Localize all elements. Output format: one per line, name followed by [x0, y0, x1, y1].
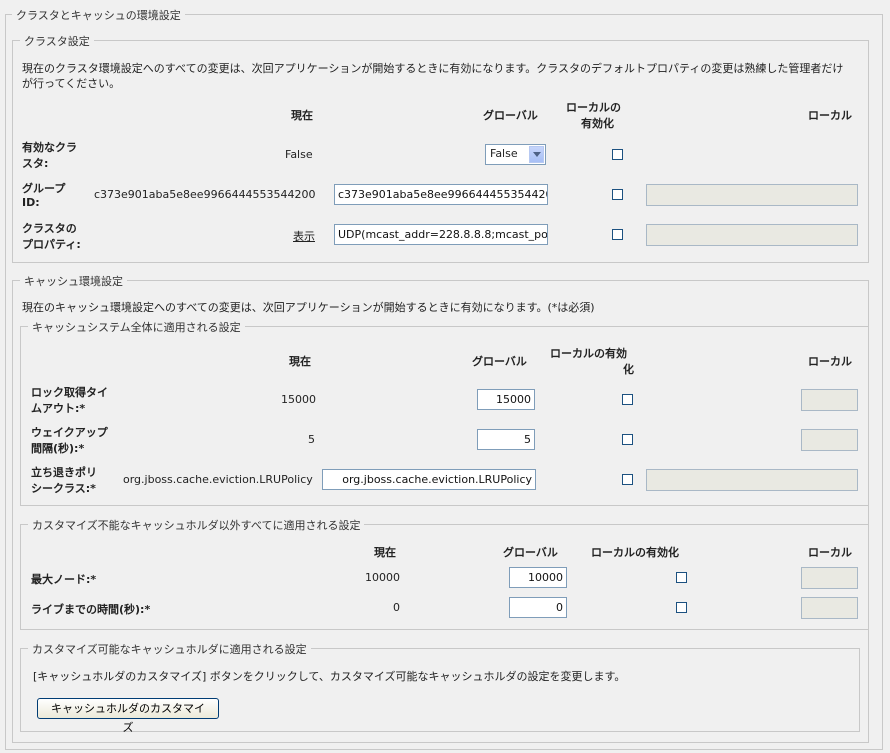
- wakeup-interval-local-checkbox[interactable]: [622, 434, 633, 445]
- system-header-local-enable-2: 化: [623, 363, 634, 376]
- time-to-live-local-checkbox[interactable]: [676, 602, 687, 613]
- noncustom-title: カスタマイズ不能なキャッシュホルダ以外すべてに適用される設定: [28, 517, 365, 533]
- max-nodes-local-checkbox[interactable]: [676, 572, 687, 583]
- group-id-input[interactable]: c373e901aba5e8ee9966444553544200: [334, 184, 548, 205]
- wakeup-interval-local-input: [801, 429, 858, 451]
- max-nodes-local-input: [801, 567, 858, 589]
- enabled-cluster-select-value: False: [490, 147, 518, 160]
- cluster-properties-view-link[interactable]: 表示: [293, 228, 315, 244]
- system-header-local-enable: ローカルの有効: [550, 347, 627, 360]
- eviction-policy-local-checkbox[interactable]: [622, 474, 633, 485]
- cluster-fieldset-title: クラスタ設定: [20, 33, 94, 49]
- cluster-header-global: グローバル: [483, 109, 538, 122]
- group-id-current: c373e901aba5e8ee9966444553544200: [94, 188, 316, 201]
- cluster-header-local-enable-2: 有効化: [581, 117, 614, 130]
- cluster-properties-label: クラスタの: [22, 222, 77, 235]
- time-to-live-label: ライブまでの時間(秒):*: [31, 603, 151, 616]
- custom-fieldset: [20, 648, 860, 732]
- eviction-policy-current: org.jboss.cache.eviction.LRUPolicy: [123, 473, 313, 486]
- customize-cache-holder-button[interactable]: キャッシュホルダのカスタマイズ: [37, 698, 219, 734]
- system-header-global: グローバル: [472, 355, 527, 368]
- cache-fieldset-title: キャッシュ環境設定: [20, 273, 127, 289]
- time-to-live-current: 0: [393, 601, 400, 614]
- wakeup-interval-current: 5: [308, 433, 315, 446]
- cluster-properties-local-checkbox[interactable]: [612, 229, 623, 240]
- system-header-current: 現在: [289, 355, 311, 368]
- lock-timeout-label: ロック取得タイ: [31, 386, 108, 399]
- group-id-label-2: ID:: [22, 196, 40, 209]
- cache-system-title: キャッシュシステム全体に適用される設定: [28, 319, 245, 335]
- cluster-description-line2: が行ってください。: [22, 77, 121, 90]
- group-id-local-checkbox[interactable]: [612, 189, 623, 200]
- max-nodes-label: 最大ノード:*: [31, 573, 97, 586]
- cache-description: 現在のキャッシュ環境設定へのすべての変更は、次回アプリケーションが開始するときに…: [22, 301, 595, 314]
- wakeup-interval-input[interactable]: 5: [477, 429, 535, 450]
- noncustom-header-local-enable: ローカルの有効化: [591, 546, 679, 559]
- wakeup-interval-label: ウェイクアップ: [31, 426, 108, 439]
- wakeup-interval-label-2: 間隔(秒):*: [31, 442, 85, 455]
- enabled-cluster-label: 有効なクラ: [22, 141, 77, 154]
- group-id-local-input: [646, 184, 858, 206]
- custom-description: [キャッシュホルダのカスタマイズ] ボタンをクリックして、カスタマイズ可能なキャ…: [33, 670, 626, 683]
- enabled-cluster-local-checkbox[interactable]: [612, 149, 623, 160]
- lock-timeout-current: 15000: [281, 393, 316, 406]
- time-to-live-input[interactable]: 0: [509, 597, 567, 618]
- chevron-down-icon[interactable]: [529, 146, 544, 163]
- eviction-policy-input[interactable]: org.jboss.cache.eviction.LRUPolicy: [322, 469, 536, 490]
- system-header-local: ローカル: [808, 355, 852, 368]
- eviction-policy-label-2: シークラス:*: [31, 482, 96, 495]
- cluster-properties-label-2: プロパティ:: [22, 238, 81, 251]
- noncustom-header-local: ローカル: [808, 546, 852, 559]
- cluster-description-line1: 現在のクラスタ環境設定へのすべての変更は、次回アプリケーションが開始するときに有…: [22, 62, 844, 75]
- lock-timeout-input[interactable]: 15000: [477, 389, 535, 410]
- enabled-cluster-label-2: スタ:: [22, 157, 49, 170]
- max-nodes-input[interactable]: 10000: [509, 567, 567, 588]
- lock-timeout-local-input: [801, 389, 858, 411]
- lock-timeout-label-2: ムアウト:*: [31, 402, 86, 415]
- eviction-policy-label: 立ち退きポリ: [31, 466, 97, 479]
- custom-title: カスタマイズ可能なキャッシュホルダに適用される設定: [28, 641, 311, 657]
- enabled-cluster-current: False: [285, 148, 313, 161]
- eviction-policy-local-input: [646, 469, 858, 491]
- cluster-header-local-enable: ローカルの: [566, 101, 621, 114]
- lock-timeout-local-checkbox[interactable]: [622, 394, 633, 405]
- noncustom-header-global: グローバル: [503, 546, 558, 559]
- max-nodes-current: 10000: [365, 571, 400, 584]
- cluster-properties-local-input: [646, 224, 858, 246]
- enabled-cluster-select[interactable]: False: [485, 144, 546, 165]
- cluster-header-local: ローカル: [808, 109, 852, 122]
- cluster-header-current: 現在: [291, 109, 313, 122]
- noncustom-header-current: 現在: [374, 546, 396, 559]
- cluster-properties-input[interactable]: UDP(mcast_addr=228.8.8.8;mcast_port=4556…: [334, 224, 548, 245]
- group-id-label: グループ: [22, 182, 66, 195]
- outer-fieldset-title: クラスタとキャッシュの環境設定: [12, 7, 185, 23]
- time-to-live-local-input: [801, 597, 858, 619]
